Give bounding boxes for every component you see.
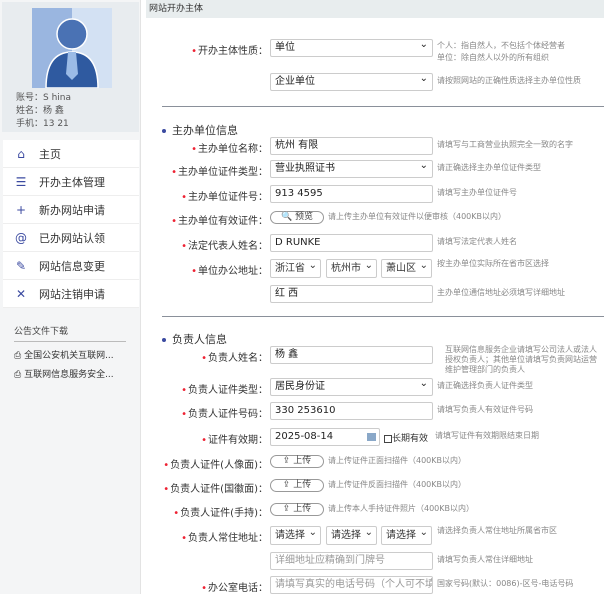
- org-name-row: •主办单位名称： 杭州 有限 请填写与工商营业执照完全一致的名字: [146, 137, 604, 156]
- subject-type-select[interactable]: 单位: [270, 39, 433, 57]
- id-back-row: •负责人证件(国徽面)： ⇪ 上传 请上传证件反面扫描件（400KB以内）: [163, 479, 467, 495]
- sidebar-item-cancel-site[interactable]: ✕ 网站注销申请: [3, 280, 139, 308]
- province-select[interactable]: 浙江省: [270, 257, 321, 278]
- subject-subtype-row: 企业单位 请按照网站的正确性质选择主办单位性质: [146, 73, 604, 92]
- close-icon: ✕: [15, 286, 27, 301]
- expiry-row: •证件有效期： 2025-08-14 长期有效 请填写证件有效期限结束日期: [146, 428, 604, 447]
- phone-text: 手机：13 21: [16, 119, 69, 129]
- user-profile: 账号：S hina 姓名：杨 鑫 手机：13 21: [2, 2, 139, 132]
- list-icon: ☰: [15, 174, 27, 189]
- sidebar-item-claim-site[interactable]: @ 已办网站认领: [3, 224, 139, 252]
- sidebar-item-label: 主页: [39, 147, 61, 161]
- download-link[interactable]: ⎙ 互联网信息服务安全...: [14, 367, 126, 380]
- field-label: •主办单位证件类型：: [171, 167, 268, 178]
- sidebar-item-label: 新办网站申请: [39, 203, 105, 217]
- sidebar-item-label: 已办网站认领: [39, 231, 105, 245]
- org-cert-no-input[interactable]: 913 4595: [270, 185, 433, 203]
- upload-button[interactable]: ⇪ 上传: [270, 455, 324, 468]
- section-person-info: 负责人信息: [162, 331, 227, 347]
- sidebar-item-change-info[interactable]: ✎ 网站信息变更: [3, 252, 139, 280]
- person-name-row: •负责人姓名： 杨 鑫 互联网信息服务企业请填写公司法人或法人授权负责人；其他单…: [201, 345, 597, 374]
- org-cert-type-select[interactable]: 营业执照证书: [270, 160, 433, 178]
- upload-button[interactable]: ⇪ 上传: [270, 503, 324, 516]
- field-label: •负责人姓名：: [201, 353, 268, 364]
- org-cert-file-row: •主办单位有效证件： 🔍 预览 请上传主办单位有效证件以便审核（400KB以内）: [171, 211, 507, 227]
- person-id-no-row: •负责人证件号码： 330 253610 请填写负责人有效证件号码: [146, 402, 604, 421]
- person-name-input[interactable]: 杨 鑫: [270, 346, 433, 364]
- org-cert-no-row: •主办单位证件号： 913 4595 请填写主办单位证件号: [146, 185, 604, 204]
- sidebar: 账号：S hina 姓名：杨 鑫 手机：13 21 ⌂ 主页 ☰ 开办主体管理 + 新…: [0, 0, 141, 594]
- office-phone-row: •办公室电话： 请填写真实的电话号码（个人可不填） 国家号码(默认：0086)-…: [146, 576, 604, 595]
- field-label: •主办单位证件号：: [181, 192, 268, 203]
- person-address-detail-row: 详细地址应精确到门牌号 请填写负责人常住详细地址: [146, 552, 604, 571]
- field-label: •负责人证件(手持)：: [173, 508, 268, 519]
- edit-icon: ✎: [15, 258, 27, 273]
- sidebar-item-home[interactable]: ⌂ 主页: [3, 140, 139, 168]
- home-icon: ⌂: [17, 146, 25, 161]
- person-id-type-select[interactable]: 居民身份证: [270, 378, 433, 396]
- city-select[interactable]: 请选择: [326, 524, 377, 545]
- account-text: 账号：S hina: [16, 93, 71, 103]
- field-label: •单位办公地址：: [191, 266, 268, 277]
- person-id-no-input[interactable]: 330 253610: [270, 402, 433, 420]
- field-label: •负责人证件(国徽面)：: [163, 484, 268, 495]
- field-label: •法定代表人姓名：: [181, 241, 268, 252]
- long-term-checkbox[interactable]: [384, 434, 392, 443]
- city-select[interactable]: 杭州市: [326, 257, 377, 278]
- id-hold-row: •负责人证件(手持)： ⇪ 上传 请上传本人手持证件照片（400KB以内）: [173, 503, 475, 519]
- person-id-type-row: •负责人证件类型： 居民身份证 请正确选择负责人证件类型: [146, 378, 604, 397]
- avatar: [32, 8, 112, 89]
- notice-downloads: 公告文件下载 ⎙ 全国公安机关互联网... ⎙ 互联网信息服务安全...: [14, 324, 126, 380]
- org-name-input[interactable]: 杭州 有限: [270, 137, 433, 155]
- download-icon: ⎙: [14, 351, 25, 361]
- sidebar-item-subject-management[interactable]: ☰ 开办主体管理: [3, 168, 139, 196]
- field-label: •主办单位名称：: [191, 144, 268, 155]
- divider: [162, 106, 604, 107]
- person-address-detail-input[interactable]: 详细地址应精确到门牌号: [270, 552, 433, 570]
- plus-icon: +: [15, 202, 27, 217]
- page-title: 网站开办主体: [146, 0, 604, 18]
- district-select[interactable]: 萧山区: [381, 257, 432, 278]
- field-label: •负责人证件号码：: [181, 409, 268, 420]
- sidebar-item-label: 网站信息变更: [39, 259, 105, 273]
- legal-rep-row: •法定代表人姓名： D RUNKE 请填写法定代表人姓名: [146, 234, 604, 253]
- province-select[interactable]: 请选择: [270, 524, 321, 545]
- sidebar-menu: ⌂ 主页 ☰ 开办主体管理 + 新办网站申请 @ 已办网站认领 ✎ 网站信息变更 ✕ 网站注…: [3, 140, 139, 308]
- field-label: •主办单位有效证件：: [171, 216, 268, 227]
- section-org-info: 主办单位信息: [162, 122, 238, 138]
- preview-button[interactable]: 🔍 预览: [270, 211, 324, 224]
- field-label: •负责人常住地址：: [181, 533, 268, 544]
- sidebar-item-label: 网站注销申请: [39, 287, 105, 301]
- field-label: •负责人证件(人像面)：: [163, 460, 268, 471]
- sidebar-item-new-site[interactable]: + 新办网站申请: [3, 196, 139, 224]
- field-label: •开办主体性质：: [191, 46, 268, 57]
- id-front-row: •负责人证件(人像面)： ⇪ 上传 请上传证件正面扫描件（400KB以内）: [163, 455, 467, 471]
- org-cert-type-row: •主办单位证件类型： 营业执照证书 请正确选择主办单位证件类型: [146, 160, 604, 179]
- download-icon: ⎙: [14, 370, 25, 380]
- notice-title: 公告文件下载: [14, 324, 126, 342]
- at-icon: @: [15, 230, 27, 245]
- field-label: •负责人证件类型：: [181, 385, 268, 396]
- divider: [162, 316, 604, 317]
- sidebar-item-label: 开办主体管理: [39, 175, 105, 189]
- office-phone-input[interactable]: 请填写真实的电话号码（个人可不填）: [270, 576, 433, 594]
- upload-button[interactable]: ⇪ 上传: [270, 479, 324, 492]
- org-address-detail-row: 红 西 主办单位通信地址必须填写详细地址: [146, 285, 604, 304]
- subject-subtype-select[interactable]: 企业单位: [270, 73, 433, 91]
- org-address-row: •单位办公地址： 浙江省 杭州市 萧山区 按主办单位实际所在省市区选择: [146, 257, 604, 278]
- calendar-icon: [367, 433, 376, 441]
- district-select[interactable]: 请选择: [381, 524, 432, 545]
- field-label: •办公室电话：: [201, 583, 268, 594]
- org-address-detail-input[interactable]: 红 西: [270, 285, 433, 303]
- expiry-date-input[interactable]: 2025-08-14: [270, 428, 380, 446]
- name-text: 姓名：杨 鑫: [16, 106, 64, 116]
- field-label: •证件有效期：: [201, 435, 268, 446]
- download-link[interactable]: ⎙ 全国公安机关互联网...: [14, 348, 126, 361]
- subject-type-row: •开办主体性质： 单位 个人：指自然人，不包括个体经营者单位：除自然人以外的所有…: [146, 39, 604, 62]
- person-address-row: •负责人常住地址： 请选择 请选择 请选择 请选择负责人常住地址所属省市区: [146, 524, 604, 545]
- legal-rep-input[interactable]: D RUNKE: [270, 234, 433, 252]
